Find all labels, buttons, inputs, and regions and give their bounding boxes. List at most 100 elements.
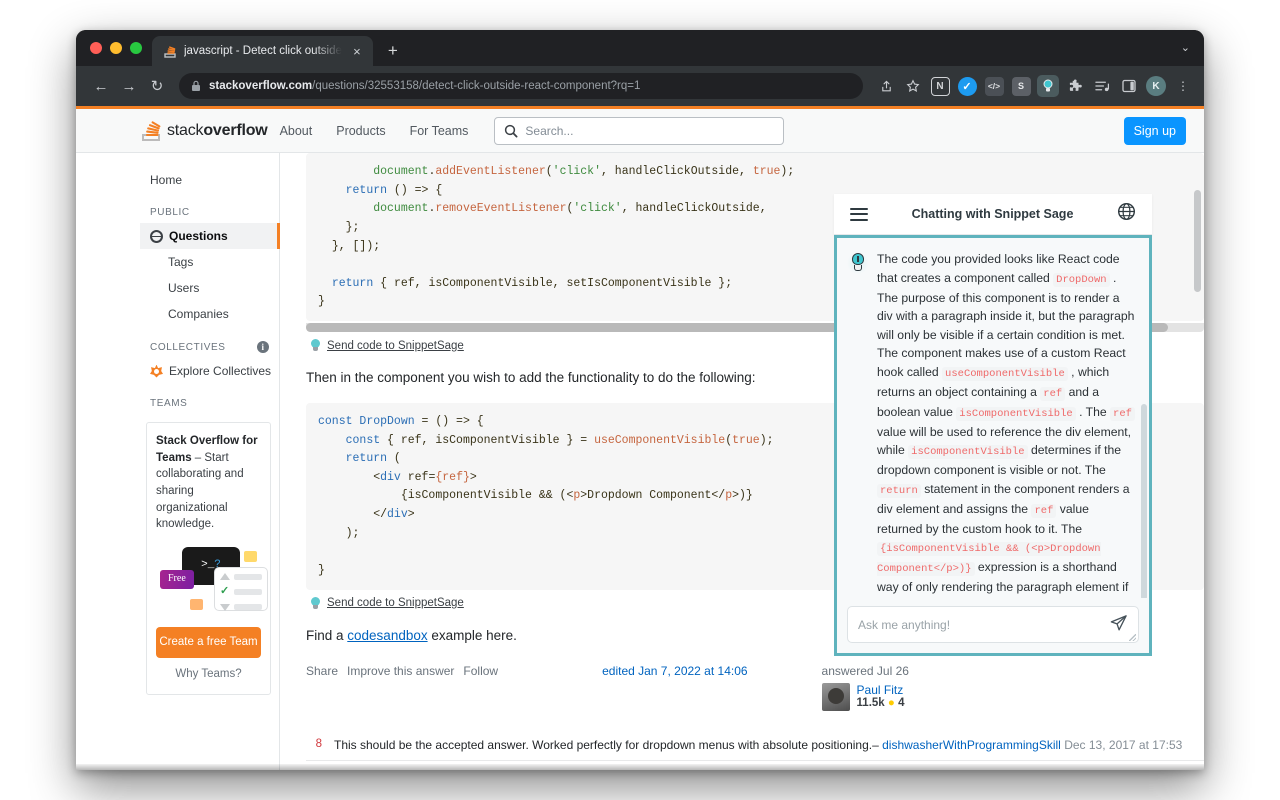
sidebar-header-teams-label: TEAMS xyxy=(150,398,187,409)
bookmark-star-icon[interactable] xyxy=(902,75,924,97)
extension-blue-check-icon[interactable]: ✓ xyxy=(956,75,978,97)
check-icon: ✓ xyxy=(220,584,230,600)
chat-input[interactable]: Ask me anything! xyxy=(847,606,1139,643)
chat-input-placeholder: Ask me anything! xyxy=(858,618,1109,632)
reputation-value: 11.5k xyxy=(857,697,885,709)
edited-timestamp[interactable]: edited Jan 7, 2022 at 14:06 xyxy=(602,664,747,678)
nav-about[interactable]: About xyxy=(268,124,325,138)
chat-inline-code: useComponentVisible xyxy=(942,367,1068,381)
address-bar[interactable]: stackoverflow.com/questions/32553158/det… xyxy=(179,73,863,99)
share-icon[interactable] xyxy=(875,75,897,97)
profile-initial: K xyxy=(1146,76,1166,96)
chrome-menu-icon[interactable]: ⋮ xyxy=(1172,75,1194,97)
comment-author[interactable]: dishwasherWithProgrammingSkill xyxy=(882,738,1061,752)
sidebar-item-users[interactable]: Users xyxy=(140,275,279,301)
chat-bubble-orange-icon xyxy=(190,599,203,610)
collectives-icon xyxy=(150,365,163,378)
codesandbox-suffix: example here. xyxy=(428,628,517,643)
window-chevron-icon[interactable]: ⌄ xyxy=(1181,41,1190,54)
chat-inline-code: isComponentVisible xyxy=(956,407,1075,421)
side-panel-icon[interactable] xyxy=(1118,75,1140,97)
sidebar-item-questions-label: Questions xyxy=(169,229,228,243)
share-link[interactable]: Share xyxy=(306,664,338,678)
browser-tab[interactable]: javascript - Detect click outside × xyxy=(152,36,373,66)
teams-promo-illustration: >_? Free ✓ xyxy=(156,543,261,621)
search-icon xyxy=(504,124,518,138)
extension-snippetsage-bulb-icon[interactable] xyxy=(1037,75,1059,97)
chat-panel-header: Chatting with Snippet Sage xyxy=(834,194,1152,235)
sidebar-item-explore-collectives-label: Explore Collectives xyxy=(169,364,271,378)
maximize-window-button[interactable] xyxy=(130,42,142,54)
page-scrollbar[interactable] xyxy=(1194,190,1201,292)
signup-button[interactable]: Sign up xyxy=(1124,117,1186,145)
back-button[interactable]: ← xyxy=(88,73,114,99)
new-tab-button[interactable]: + xyxy=(379,36,407,64)
chat-scrollbar-track[interactable] xyxy=(1142,248,1148,588)
logo-text-stack: stack xyxy=(167,122,203,139)
sidebar-item-tags[interactable]: Tags xyxy=(140,249,279,275)
window-traffic-lights xyxy=(88,30,152,66)
comment-item: 8This should be the accepted answer. Wor… xyxy=(306,729,1204,760)
globe-icon[interactable] xyxy=(1117,202,1136,226)
chat-inline-code: ref xyxy=(1110,407,1135,421)
answer-actions: Share Improve this answer Follow xyxy=(306,664,498,678)
follow-link[interactable]: Follow xyxy=(463,664,498,678)
gold-badge-count: 4 xyxy=(898,697,904,709)
improve-answer-link[interactable]: Improve this answer xyxy=(347,664,454,678)
reading-list-icon[interactable] xyxy=(1091,75,1113,97)
hamburger-icon[interactable] xyxy=(850,204,868,224)
answer-author-card[interactable]: Paul Fitz 11.5k ● 4 xyxy=(822,683,909,711)
chat-inline-code: ref xyxy=(1040,387,1065,401)
sidebar-item-companies[interactable]: Companies xyxy=(140,301,279,327)
close-window-button[interactable] xyxy=(90,42,102,54)
chat-scrollbar-thumb[interactable] xyxy=(1141,404,1147,598)
nav-for-teams[interactable]: For Teams xyxy=(398,124,481,138)
codesandbox-link[interactable]: codesandbox xyxy=(347,628,427,643)
address-bar-url: stackoverflow.com/questions/32553158/det… xyxy=(209,80,640,92)
close-tab-button[interactable]: × xyxy=(349,43,365,59)
search-placeholder: Search... xyxy=(525,124,573,138)
comment-score: 8 xyxy=(312,736,322,754)
codesandbox-prefix: Find a xyxy=(306,628,347,643)
search-input[interactable]: Search... xyxy=(494,117,784,145)
extension-code-icon[interactable]: </> xyxy=(983,75,1005,97)
stackoverflow-logo[interactable]: stackoverflow xyxy=(140,120,268,142)
send-paper-plane-icon[interactable] xyxy=(1109,613,1128,637)
info-icon[interactable]: i xyxy=(257,341,269,353)
resize-grip-icon[interactable] xyxy=(1129,634,1136,641)
lightbulb-icon xyxy=(310,597,321,610)
chat-text-run: . The xyxy=(1076,405,1110,419)
chat-input-row: Ask me anything! xyxy=(837,598,1149,653)
gold-badge-icon: ● xyxy=(888,697,895,709)
sidebar-item-questions[interactable]: Questions xyxy=(140,223,279,249)
tab-strip: javascript - Detect click outside × + ⌄ xyxy=(76,30,1204,66)
minimize-window-button[interactable] xyxy=(110,42,122,54)
avatar xyxy=(822,683,850,711)
sidebar-header-collectives-label: COLLECTIVES xyxy=(150,342,226,353)
nav-products[interactable]: Products xyxy=(324,124,397,138)
chat-inline-code: isComponentVisible xyxy=(908,445,1027,459)
sidebar-header-public: PUBLIC xyxy=(140,193,279,223)
lightbulb-avatar-icon xyxy=(847,251,869,275)
why-teams-link[interactable]: Why Teams? xyxy=(156,666,261,683)
snippetsage-chat-panel: Chatting with Snippet Sage The code you … xyxy=(834,194,1152,656)
comment-date: Dec 13, 2017 at 17:53 xyxy=(1064,738,1182,752)
teams-promo-card: Stack Overflow for Teams – Start collabo… xyxy=(146,422,271,695)
profile-avatar[interactable]: K xyxy=(1145,75,1167,97)
forward-button[interactable]: → xyxy=(116,73,142,99)
extensions-puzzle-icon[interactable] xyxy=(1064,75,1086,97)
extension-notion-icon[interactable]: N xyxy=(929,75,951,97)
author-reputation: 11.5k ● 4 xyxy=(857,697,905,709)
vote-card-illustration: ✓ xyxy=(214,567,268,611)
sidebar-item-home[interactable]: Home xyxy=(140,167,279,193)
create-free-team-button[interactable]: Create a free Team xyxy=(156,627,261,658)
chat-inline-code: return xyxy=(877,484,921,498)
sidebar-item-explore-collectives[interactable]: Explore Collectives xyxy=(140,358,279,384)
chat-message-list: The code you provided looks like React c… xyxy=(837,238,1149,598)
tab-title: javascript - Detect click outside xyxy=(184,45,342,57)
author-name[interactable]: Paul Fitz xyxy=(857,683,905,697)
chat-bubble-yellow-icon xyxy=(244,551,257,562)
extension-s-icon[interactable]: S xyxy=(1010,75,1032,97)
answered-timestamp: answered Jul 26 xyxy=(822,664,909,678)
reload-button[interactable]: ↻ xyxy=(144,73,170,99)
